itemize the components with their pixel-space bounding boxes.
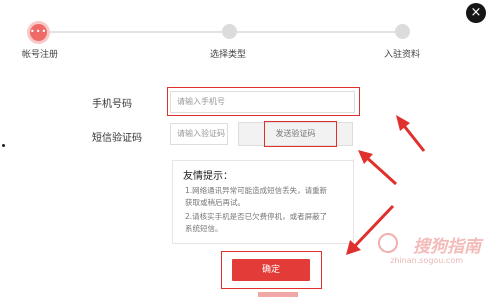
annotation-highlight-box — [221, 251, 322, 289]
step-1-label: 帐号注册 — [22, 50, 59, 60]
step-2-indicator — [222, 24, 237, 39]
step-1-indicator: ••• — [30, 24, 47, 41]
step-3-indicator — [395, 24, 410, 39]
annotation-highlight-box — [264, 121, 337, 147]
bullet-dot — [2, 144, 5, 147]
tips-line: 系统短信。 — [185, 224, 223, 233]
watermark-url: zhinan.sogou.com — [390, 256, 463, 265]
verification-code-input[interactable]: 请输入验证码 — [170, 123, 228, 145]
tips-title: 友情提示： — [183, 171, 233, 182]
phone-label: 手机号码 — [92, 99, 132, 110]
annotation-highlight-box — [167, 87, 360, 116]
close-icon[interactable]: × — [466, 3, 486, 23]
step-connector — [230, 31, 402, 33]
step-connector — [40, 31, 230, 33]
step-2-label: 选择类型 — [210, 50, 247, 60]
arrow-2-head — [358, 150, 373, 164]
arrow-1-head — [396, 115, 410, 131]
tips-line: 1.网络通讯异常可能造成短信丢失，请重新 — [185, 186, 328, 195]
step-3-label: 入驻资料 — [384, 50, 421, 60]
arrow-1-shaft — [399, 121, 426, 152]
tips-box: 友情提示： 1.网络通讯异常可能造成短信丢失，请重新 获取或稍后再试。 2.请核… — [172, 160, 354, 244]
watermark-text: 搜狗指南 — [413, 237, 481, 257]
verification-code-label: 短信验证码 — [92, 133, 142, 144]
sogou-logo-icon — [378, 233, 398, 253]
tips-line: 获取或稍后再试。 — [185, 198, 245, 207]
registration-page: ••• 帐号注册 选择类型 入驻资料 × 手机号码 请输入手机号 短信验证码 请… — [0, 0, 499, 297]
arrow-2-shaft — [363, 154, 398, 186]
tips-line: 2.请核实手机是否已欠费停机，或者屏蔽了 — [185, 212, 328, 221]
bottom-decoration — [258, 292, 298, 297]
more-dots-icon: ••• — [30, 27, 48, 36]
